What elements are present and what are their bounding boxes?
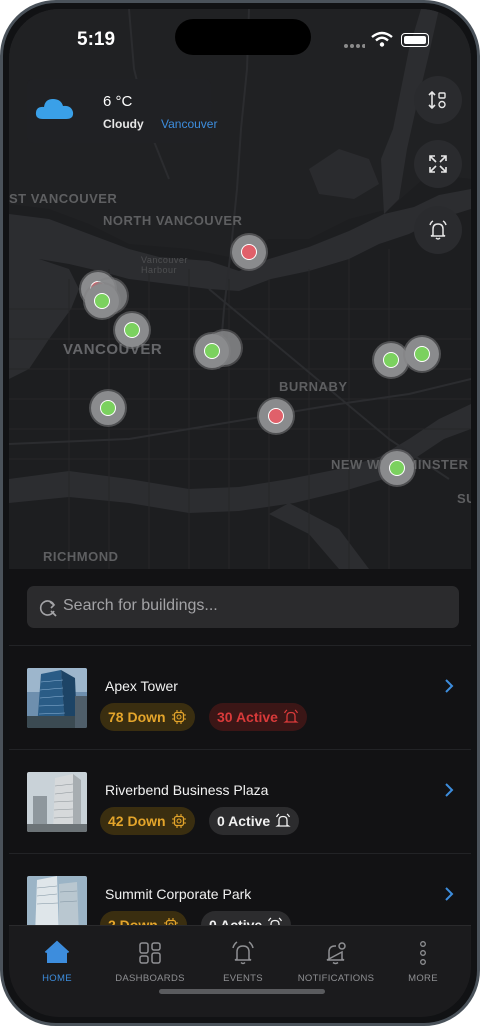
alarm-bell-icon (429, 220, 447, 240)
tab-home[interactable]: HOME (12, 940, 102, 984)
notification-bell-icon (326, 942, 346, 965)
tab-label: HOME (42, 973, 72, 984)
down-count-badge[interactable]: 42 Down (100, 807, 195, 835)
tab-more[interactable]: MORE (378, 940, 468, 984)
building-pin[interactable] (195, 334, 229, 368)
home-indicator[interactable] (159, 989, 325, 994)
building-name: Summit Corporate Park (105, 886, 252, 902)
fullscreen-button[interactable] (414, 140, 462, 188)
map-label-burnaby: BURNABY (279, 379, 348, 394)
cloud-icon (35, 99, 74, 119)
building-pin[interactable] (91, 391, 125, 425)
pin-status-dot (414, 346, 430, 362)
expand-icon (429, 155, 447, 173)
pin-status-dot (204, 343, 220, 359)
sort-icon (428, 90, 446, 110)
map-label-west-vancouver: ST VANCOUVER (9, 191, 118, 206)
wifi-icon (371, 31, 393, 47)
alarm-bell-icon (275, 813, 291, 827)
status-time: 5:19 (77, 29, 116, 50)
building-pin[interactable] (380, 451, 414, 485)
building-list-item[interactable]: Apex Tower 78 Down 30 Active (9, 646, 471, 749)
more-vertical-icon (420, 941, 426, 965)
chevron-right-icon[interactable] (443, 886, 455, 902)
tab-label: DASHBOARDS (115, 973, 185, 984)
map-label-harbour: Vancouver Harbour (141, 255, 188, 275)
building-thumbnail (27, 668, 87, 728)
search-refresh-icon (39, 600, 57, 617)
tab-label: EVENTS (223, 973, 263, 984)
building-pin[interactable] (405, 337, 439, 371)
cellular-signal-icon (344, 44, 365, 48)
building-name: Apex Tower (105, 678, 178, 694)
dashboards-icon (139, 942, 161, 964)
tab-events[interactable]: EVENTS (198, 940, 288, 984)
active-alarm-badge[interactable]: 30 Active (209, 703, 307, 731)
device-bezel: ST VANCOUVER NORTH VANCOUVER VANCOUVER B… (0, 0, 480, 1026)
alarm-bell-icon (283, 709, 299, 723)
status-bar: 5:19 (9, 9, 471, 61)
building-pin[interactable] (374, 343, 408, 377)
map-label-vancouver: VANCOUVER (63, 341, 163, 358)
map-label-north-vancouver: NORTH VANCOUVER (103, 213, 243, 228)
bell-icon (232, 941, 254, 965)
weather-temperature: 6 °C (103, 93, 133, 110)
pin-status-dot (241, 244, 257, 260)
pin-status-dot (94, 293, 110, 309)
active-alarm-badge[interactable]: 0 Active (209, 807, 300, 835)
map-label-richmond: RICHMOND (43, 549, 119, 564)
building-pin[interactable] (232, 235, 266, 269)
building-search-bar[interactable]: Search for buildings... (27, 586, 459, 628)
building-pin[interactable] (259, 399, 293, 433)
building-list-item[interactable]: Riverbend Business Plaza 42 Down 0 Activ… (9, 750, 471, 853)
tab-notifications[interactable]: NOTIFICATIONS (291, 940, 381, 984)
phone-frame: ST VANCOUVER NORTH VANCOUVER VANCOUVER B… (0, 0, 480, 1026)
app-screen: ST VANCOUVER NORTH VANCOUVER VANCOUVER B… (9, 9, 471, 1017)
down-count: 78 Down (108, 709, 166, 725)
pin-status-dot (100, 400, 116, 416)
building-name: Riverbend Business Plaza (105, 782, 269, 798)
pin-status-dot (383, 352, 399, 368)
chip-icon (171, 814, 186, 828)
tab-dashboards[interactable]: DASHBOARDS (105, 940, 195, 984)
pin-status-dot (389, 460, 405, 476)
battery-icon (401, 33, 429, 47)
dynamic-island (175, 19, 311, 55)
pin-status-dot (124, 322, 140, 338)
chevron-right-icon[interactable] (443, 782, 455, 798)
building-thumbnail (27, 772, 87, 832)
map-label-surrey-edge: SU (457, 491, 471, 506)
alarm-button[interactable] (414, 206, 462, 254)
chevron-right-icon[interactable] (443, 678, 455, 694)
building-pin[interactable] (85, 284, 119, 318)
down-count-badge[interactable]: 78 Down (100, 703, 195, 731)
tab-label: NOTIFICATIONS (297, 973, 375, 984)
sort-filter-button[interactable] (414, 76, 462, 124)
pin-status-dot (268, 408, 284, 424)
bottom-tab-bar: HOME DASHBOARDS EVENTS NOTIFICATIONS MOR… (9, 925, 471, 1017)
down-count: 42 Down (108, 813, 166, 829)
home-icon (44, 940, 70, 963)
active-count: 0 Active (217, 813, 271, 829)
search-placeholder: Search for buildings... (63, 597, 218, 614)
weather-condition: Cloudy (103, 117, 144, 131)
building-pin[interactable] (115, 313, 149, 347)
chip-icon (171, 710, 186, 724)
active-count: 30 Active (217, 709, 278, 725)
weather-city[interactable]: Vancouver (161, 117, 217, 131)
weather-card[interactable]: 6 °C Cloudy Vancouver (27, 79, 217, 143)
tab-label: MORE (408, 973, 438, 984)
